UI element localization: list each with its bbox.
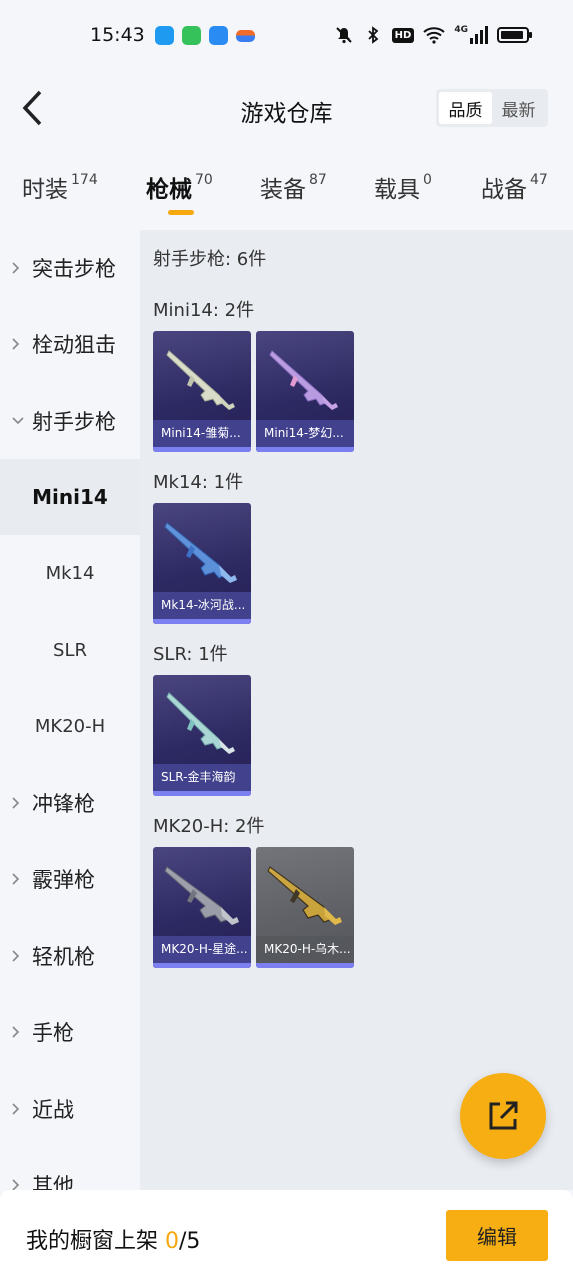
sidebar-item-bolt-sniper[interactable]: 栓动狙击	[0, 306, 140, 382]
section-title-slr: SLR: 1件	[153, 644, 228, 665]
sidebar-item-label: 霰弹枪	[32, 868, 95, 892]
status-bar: 15:43 HD 4G	[0, 0, 573, 74]
tab-guns[interactable]: 枪械 70	[146, 170, 213, 204]
tab-label: 枪械	[146, 177, 192, 203]
edit-button[interactable]: 编辑	[446, 1210, 548, 1261]
weapon-category-sidebar: 突击步枪 栓动狙击 射手步枪 Mini14 Mk14 SLR MK20-H 冲锋…	[0, 230, 140, 1190]
tab-count: 47	[530, 172, 548, 188]
sort-toggle[interactable]: 品质 最新	[436, 89, 548, 127]
sidebar-subitem-mk14[interactable]: Mk14	[0, 535, 140, 611]
sidebar-item-label: 突击步枪	[32, 257, 116, 281]
active-tab-indicator	[168, 210, 194, 215]
sidebar-subitem-slr[interactable]: SLR	[0, 612, 140, 688]
chevron-right-icon	[12, 950, 20, 962]
section-title-mk14: Mk14: 1件	[153, 472, 244, 493]
tab-count: 174	[71, 172, 98, 188]
tab-count: 0	[423, 172, 432, 188]
chevron-right-icon	[12, 873, 20, 885]
tab-count: 70	[195, 172, 213, 188]
sidebar-subitem-mk20h[interactable]: MK20-H	[0, 688, 140, 764]
sidebar-item-shotgun[interactable]: 霰弹枪	[0, 841, 140, 917]
rarity-accent	[153, 963, 251, 968]
signal-4g-icon: 4G	[454, 26, 488, 44]
sidebar-item-other[interactable]: 其他	[0, 1147, 140, 1190]
tab-battle-prep[interactable]: 战备 47	[481, 170, 548, 204]
weapon-card[interactable]: MK20-H-乌木...	[256, 847, 354, 968]
chevron-right-icon	[12, 1179, 20, 1190]
bluetooth-icon	[368, 26, 379, 44]
share-fab-button[interactable]	[460, 1073, 546, 1159]
weapon-card-name: SLR-金丰海韵	[153, 764, 251, 791]
showcase-bar: 我的橱窗上架 0/5 编辑	[0, 1190, 573, 1280]
weapon-card[interactable]: Mk14-冰河战...	[153, 503, 251, 624]
showcase-label: 我的橱窗上架	[26, 1229, 165, 1254]
weapon-card[interactable]: Mini14-梦幻...	[256, 331, 354, 452]
weapon-card[interactable]: MK20-H-星途...	[153, 847, 251, 968]
chevron-down-icon	[12, 417, 24, 425]
wifi-icon	[423, 27, 446, 44]
weapon-card-name: MK20-H-星途...	[153, 936, 251, 963]
sidebar-item-label: 手枪	[32, 1021, 74, 1045]
chevron-right-icon	[12, 338, 20, 350]
sidebar-item-pistol[interactable]: 手枪	[0, 994, 140, 1070]
hd-icon: HD	[391, 27, 415, 43]
tab-label: 装备	[260, 177, 306, 203]
weapon-card-name: Mk14-冰河战...	[153, 592, 251, 619]
sidebar-item-smg[interactable]: 冲锋枪	[0, 765, 140, 841]
wallet-app-icon	[155, 26, 174, 45]
tab-label: 载具	[374, 177, 420, 203]
tab-label: 时装	[22, 177, 68, 203]
showcase-total: /5	[179, 1229, 201, 1254]
sidebar-item-lmg[interactable]: 轻机枪	[0, 918, 140, 994]
battery-icon	[497, 27, 532, 43]
rarity-accent	[153, 447, 251, 452]
weapon-card-name: MK20-H-乌木...	[256, 936, 354, 963]
weapon-card-name: Mini14-雏菊...	[153, 420, 251, 447]
tab-count: 87	[309, 172, 327, 188]
tab-equipment[interactable]: 装备 87	[260, 170, 327, 204]
sidebar-item-melee[interactable]: 近战	[0, 1071, 140, 1147]
sidebar-item-marksman-rifle[interactable]: 射手步枪	[0, 383, 140, 459]
wechat-app-icon	[182, 26, 201, 45]
chevron-right-icon	[12, 797, 20, 809]
weapon-card[interactable]: Mini14-雏菊...	[153, 331, 251, 452]
status-time: 15:43	[90, 24, 145, 46]
category-summary: 射手步枪: 6件	[153, 249, 267, 270]
sidebar-item-label: 栓动狙击	[32, 333, 116, 357]
rarity-accent	[153, 619, 251, 624]
tab-label: 战备	[481, 177, 527, 203]
showcase-used-count: 0	[165, 1229, 179, 1254]
mute-icon	[335, 27, 352, 44]
sidebar-subitem-mini14[interactable]: Mini14	[0, 459, 140, 535]
app-header: 游戏仓库 品质 最新	[0, 74, 573, 144]
sort-by-quality[interactable]: 品质	[439, 92, 492, 124]
share-external-icon	[489, 1101, 518, 1130]
tab-fashion[interactable]: 时装 174	[22, 170, 98, 204]
sort-by-latest[interactable]: 最新	[492, 92, 545, 124]
sidebar-item-label: 近战	[32, 1098, 74, 1122]
chevron-right-icon	[12, 1103, 20, 1115]
sidebar-item-label: 其他	[32, 1174, 74, 1190]
sidebar-item-assault-rifle[interactable]: 突击步枪	[0, 230, 140, 306]
sidebar-item-label: 射手步枪	[32, 410, 116, 434]
weapon-card-name: Mini14-梦幻...	[256, 420, 354, 447]
weapon-card[interactable]: SLR-金丰海韵	[153, 675, 251, 796]
rarity-accent	[256, 963, 354, 968]
tab-vehicles[interactable]: 载具 0	[374, 170, 432, 204]
sidebar-item-label: 轻机枪	[32, 945, 95, 969]
section-title-mk20h: MK20-H: 2件	[153, 816, 265, 837]
qq-app-icon	[209, 26, 228, 45]
category-tabs: 时装 174 枪械 70 装备 87 载具 0 战备 47	[0, 160, 573, 230]
notification-app-icon	[236, 30, 255, 42]
status-right-icons: HD 4G	[334, 25, 533, 45]
rarity-accent	[256, 447, 354, 452]
showcase-count: 我的橱窗上架 0/5	[26, 1223, 200, 1255]
status-app-icons	[155, 26, 255, 45]
sidebar-item-label: 冲锋枪	[32, 792, 95, 816]
section-title-mini14: Mini14: 2件	[153, 300, 255, 321]
chevron-right-icon	[12, 262, 20, 274]
chevron-right-icon	[12, 1026, 20, 1038]
weapon-list: 射手步枪: 6件 Mini14: 2件 Mini14-雏菊... Mini14-…	[140, 230, 573, 1190]
rarity-accent	[153, 791, 251, 796]
